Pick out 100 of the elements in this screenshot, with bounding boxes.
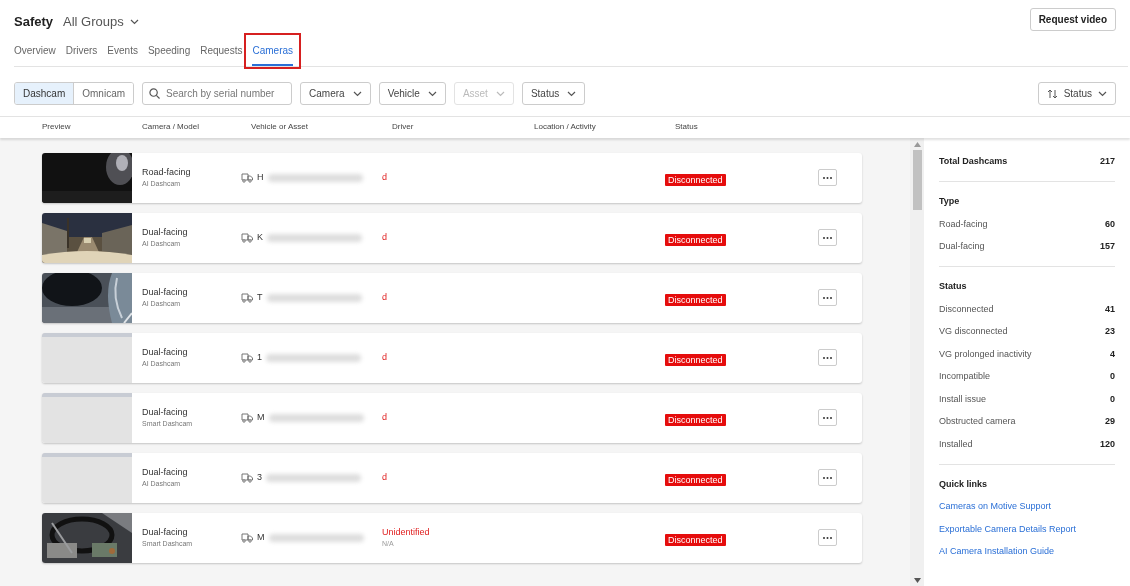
truck-icon (241, 472, 253, 483)
stat-label: Install issue (939, 392, 987, 406)
sort-icon (1046, 88, 1058, 99)
more-button[interactable] (818, 409, 837, 426)
more-icon (823, 476, 832, 479)
stat-value: 0 (1110, 370, 1115, 383)
more-button[interactable] (818, 349, 837, 366)
status-badge: Disconnected (665, 173, 726, 186)
more-icon (823, 296, 832, 299)
camera-type: Dual-facing (142, 405, 189, 419)
page-title: Safety (14, 13, 54, 31)
driver-name: d (382, 170, 388, 184)
stat-label: Disconnected (939, 302, 994, 316)
status-badge: Disconnected (665, 293, 726, 306)
driver-name: d (382, 410, 388, 424)
truck-icon (241, 292, 253, 303)
vehicle-name: H (257, 170, 264, 184)
driver-name: d (382, 470, 388, 484)
search-field[interactable]: Search by serial number (142, 82, 293, 105)
stat-value: 217 (1099, 155, 1115, 168)
truck-icon (241, 412, 253, 423)
filter-dropdown[interactable]: Status (521, 82, 586, 105)
camera-type: Dual-facing (142, 345, 189, 359)
section-title: Type (939, 195, 961, 209)
stat-value: 0 (1110, 392, 1115, 406)
stat-value: 4 (1110, 347, 1115, 361)
request-video-button[interactable]: Request video (1029, 8, 1116, 31)
more-button[interactable] (818, 169, 837, 186)
segment-tab[interactable]: Dashcam (15, 83, 74, 104)
chevron-down-icon (129, 18, 139, 25)
status-badge: Disconnected (665, 533, 726, 546)
filter-dropdown[interactable]: Camera (300, 82, 371, 105)
tab[interactable]: Requests (200, 41, 243, 66)
vehicle-name: 1 (257, 350, 262, 364)
section-title: Quick links (939, 477, 989, 491)
scrollbar-thumb[interactable] (912, 149, 922, 210)
camera-type: Road-facing (142, 165, 192, 179)
camera-type: Dual-facing (142, 465, 189, 479)
quick-link[interactable]: AI Camera Installation Guide (939, 545, 1055, 559)
segment-tab[interactable]: Omnicam (73, 83, 134, 104)
tab[interactable]: Speeding (147, 41, 191, 66)
scroll-down-icon[interactable] (913, 578, 921, 583)
tab[interactable]: Cameras (252, 41, 294, 66)
chevron-down-icon (495, 90, 505, 97)
more-button[interactable] (818, 289, 837, 306)
quick-link[interactable]: Cameras on Motive Support (939, 500, 1052, 514)
more-button[interactable] (818, 229, 837, 246)
camera-type: Dual-facing (142, 225, 189, 239)
camera-type: Dual-facing (142, 525, 189, 539)
chevron-down-icon (1098, 90, 1107, 97)
vehicle-name: T (257, 290, 263, 304)
more-icon (823, 236, 832, 239)
driver-name: d (382, 230, 388, 244)
stat-value: 29 (1105, 415, 1115, 428)
stat-label: VG prolonged inactivity (939, 347, 1032, 361)
filter-dropdown[interactable]: Vehicle (378, 82, 446, 105)
column-header[interactable]: Camera / Model (142, 121, 251, 133)
chevron-down-icon (352, 90, 362, 97)
driver-name: d (382, 350, 388, 364)
tab[interactable]: Overview (14, 41, 56, 66)
stat-label: Road-facing (939, 217, 988, 231)
stat-value: 41 (1105, 302, 1115, 316)
truck-icon (241, 532, 253, 543)
truck-icon (241, 172, 253, 183)
stat-label: VG disconnected (939, 325, 1008, 338)
stat-label: Dual-facing (939, 240, 985, 253)
truck-icon (241, 352, 253, 363)
column-header[interactable]: Location / Activity (534, 121, 675, 133)
group-dropdown[interactable]: All Groups (63, 12, 139, 32)
column-header[interactable]: Driver (392, 121, 534, 133)
tab[interactable]: Events (107, 41, 138, 66)
stat-value: 120 (1099, 437, 1115, 451)
column-header[interactable]: Vehicle or Asset (251, 121, 392, 133)
stat-value: 23 (1105, 325, 1115, 338)
search-icon (149, 88, 161, 99)
quick-link[interactable]: Exportable Camera Details Report (939, 522, 1077, 536)
status-badge: Disconnected (665, 413, 726, 426)
stat-value: 157 (1099, 240, 1115, 253)
sort-dropdown[interactable]: Status (1037, 82, 1116, 105)
chevron-down-icon (427, 90, 437, 97)
more-icon (823, 536, 832, 539)
more-button[interactable] (818, 469, 837, 486)
scrollbar[interactable] (910, 137, 924, 586)
tab[interactable]: Drivers (65, 41, 98, 66)
more-icon (823, 416, 832, 419)
vehicle-name: 3 (257, 470, 262, 484)
stat-label: Incompatible (939, 370, 991, 383)
vehicle-name: M (257, 410, 265, 424)
vehicle-name: K (257, 230, 263, 244)
stat-value: 60 (1105, 217, 1115, 231)
camera-type: Dual-facing (142, 285, 189, 299)
column-header[interactable]: Preview (42, 121, 142, 133)
stat-label: Installed (939, 437, 973, 451)
column-header[interactable]: Status (675, 121, 775, 133)
status-badge: Disconnected (665, 233, 726, 246)
chevron-down-icon (567, 90, 577, 97)
more-button[interactable] (818, 529, 837, 546)
section-title: Status (939, 280, 968, 294)
driver-name: d (382, 290, 388, 304)
vehicle-name: M (257, 530, 265, 544)
